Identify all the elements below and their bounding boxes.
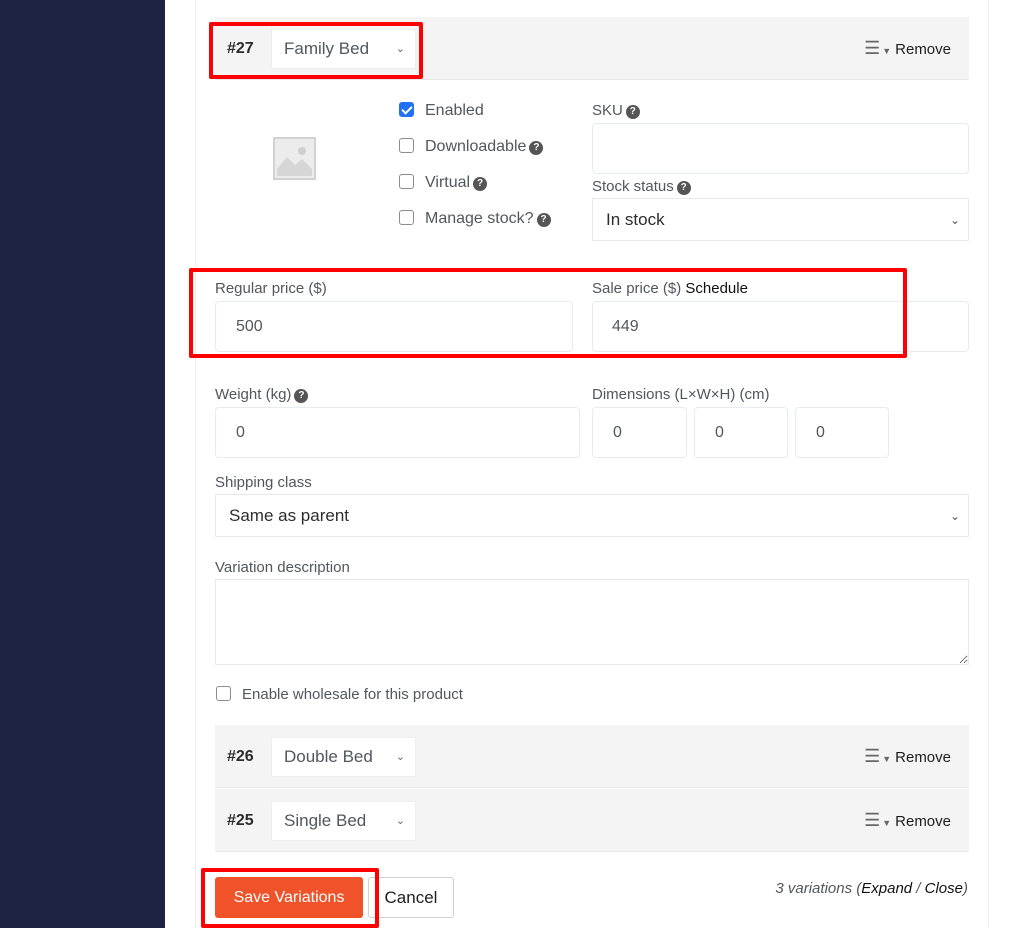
- height-input[interactable]: 0: [795, 407, 889, 458]
- help-icon[interactable]: ?: [625, 105, 640, 119]
- variation-id: #27: [227, 40, 254, 57]
- variation-attribute-value: Family Bed: [284, 39, 370, 58]
- variation-header-27[interactable]: #27 Family Bed ⌄ ☰ ▼ Remove: [215, 17, 969, 80]
- caret-down-icon[interactable]: ▼: [882, 818, 891, 828]
- variation-attribute-value: Double Bed: [284, 747, 373, 766]
- drag-handle-icon[interactable]: ☰: [864, 810, 880, 830]
- shipping-class-label: Shipping class: [215, 474, 312, 491]
- virtual-label: Virtual?: [425, 174, 488, 192]
- help-icon[interactable]: ?: [529, 141, 544, 155]
- chevron-down-icon: ⌄: [949, 212, 960, 227]
- chevron-down-icon: ⌄: [395, 751, 405, 763]
- downloadable-label: Downloadable?: [425, 138, 544, 156]
- variation-attribute-value: Single Bed: [284, 811, 367, 830]
- sale-price-input[interactable]: 449: [592, 301, 969, 352]
- variations-count: 3 variations (Expand / Close): [775, 880, 968, 897]
- stock-status-label: Stock status?: [592, 178, 691, 195]
- variation-actions: ☰ ▼ Remove: [864, 725, 951, 788]
- save-variations-button[interactable]: Save Variations: [215, 877, 363, 918]
- shipping-class-value: Same as parent: [229, 505, 350, 525]
- regular-price-input[interactable]: 500: [215, 301, 573, 352]
- stock-status-select[interactable]: In stock ⌄: [592, 198, 969, 241]
- help-icon[interactable]: ?: [536, 213, 551, 227]
- chevron-down-icon: ⌄: [395, 815, 405, 827]
- help-icon[interactable]: ?: [473, 177, 488, 191]
- variation-description-textarea[interactable]: [215, 579, 969, 665]
- remove-link[interactable]: Remove: [895, 813, 951, 830]
- schedule-link[interactable]: Schedule: [685, 280, 748, 297]
- close-link[interactable]: Close: [925, 880, 963, 897]
- manage-stock-label: Manage stock??: [425, 210, 551, 228]
- variation-header-25[interactable]: #25 Single Bed ⌄ ☰ ▼ Remove: [215, 789, 969, 852]
- sale-price-label: Sale price ($) Schedule: [592, 280, 748, 297]
- weight-label: Weight (kg)?: [215, 386, 309, 403]
- caret-down-icon[interactable]: ▼: [882, 46, 891, 56]
- stock-status-value: In stock: [606, 209, 665, 229]
- sku-label: SKU?: [592, 102, 640, 119]
- wholesale-label: Enable wholesale for this product: [242, 686, 463, 703]
- variation-header-26[interactable]: #26 Double Bed ⌄ ☰ ▼ Remove: [215, 725, 969, 788]
- width-input[interactable]: 0: [694, 407, 788, 458]
- cancel-button[interactable]: Cancel: [368, 877, 454, 918]
- regular-price-label: Regular price ($): [215, 280, 327, 297]
- virtual-checkbox[interactable]: [399, 174, 414, 189]
- sku-input[interactable]: [592, 123, 969, 174]
- caret-down-icon[interactable]: ▼: [882, 754, 891, 764]
- variation-id: #26: [227, 748, 254, 765]
- variation-attribute-select[interactable]: Single Bed ⌄: [271, 801, 416, 841]
- dimensions-label: Dimensions (L×W×H) (cm): [592, 386, 770, 403]
- enabled-label: Enabled: [425, 102, 484, 119]
- downloadable-checkbox[interactable]: [399, 138, 414, 153]
- image-icon: [275, 139, 314, 178]
- enabled-checkbox[interactable]: [399, 102, 414, 117]
- remove-link[interactable]: Remove: [895, 41, 951, 58]
- help-icon[interactable]: ?: [294, 389, 309, 403]
- variation-id: #25: [227, 812, 254, 829]
- length-input[interactable]: 0: [592, 407, 687, 458]
- chevron-down-icon: ⌄: [949, 508, 960, 523]
- chevron-down-icon: ⌄: [395, 43, 405, 55]
- variation-actions: ☰ ▼ Remove: [864, 17, 951, 80]
- help-icon[interactable]: ?: [676, 181, 691, 195]
- variation-attribute-select[interactable]: Double Bed ⌄: [271, 737, 416, 777]
- remove-link[interactable]: Remove: [895, 749, 951, 766]
- drag-handle-icon[interactable]: ☰: [864, 746, 880, 766]
- expand-link[interactable]: Expand: [861, 880, 912, 897]
- variation-actions: ☰ ▼ Remove: [864, 789, 951, 852]
- variation-attribute-select[interactable]: Family Bed ⌄: [271, 29, 416, 69]
- shipping-class-select[interactable]: Same as parent ⌄: [215, 494, 969, 537]
- manage-stock-checkbox[interactable]: [399, 210, 414, 225]
- variation-image-placeholder[interactable]: [273, 137, 316, 180]
- admin-sidebar: [0, 0, 165, 928]
- variation-description-label: Variation description: [215, 559, 350, 576]
- wholesale-checkbox[interactable]: [216, 686, 231, 701]
- weight-input[interactable]: 0: [215, 407, 580, 458]
- drag-handle-icon[interactable]: ☰: [864, 38, 880, 58]
